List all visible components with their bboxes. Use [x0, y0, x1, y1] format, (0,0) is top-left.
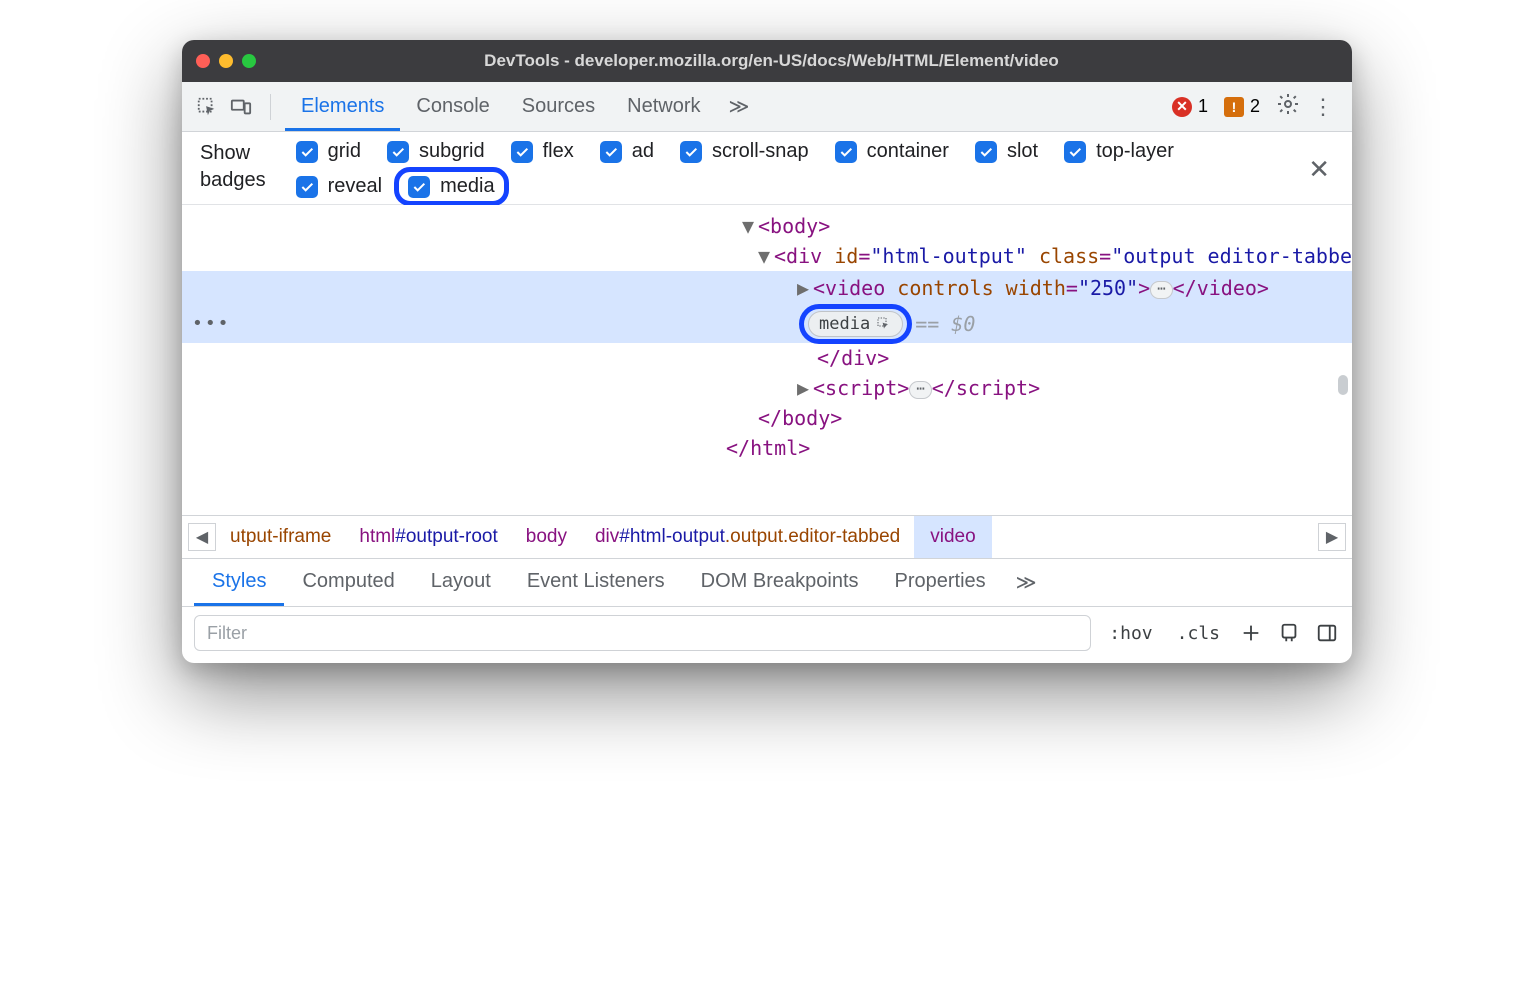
- crumb-body[interactable]: body: [512, 526, 581, 548]
- subtab-computed[interactable]: Computed: [284, 560, 412, 606]
- badge-top-layer[interactable]: top-layer: [1064, 140, 1174, 163]
- badge-subgrid[interactable]: subgrid: [387, 140, 485, 163]
- crumb-html[interactable]: html#output-root: [345, 526, 511, 548]
- checkbox-icon: [680, 141, 702, 163]
- cls-toggle[interactable]: .cls: [1171, 623, 1226, 644]
- breadcrumb: ◀ utput-iframe html#output-root body div…: [182, 515, 1352, 559]
- breadcrumb-scroll-left[interactable]: ◀: [188, 523, 216, 551]
- subtab-dom-breakpoints[interactable]: DOM Breakpoints: [683, 560, 877, 606]
- badge-slot[interactable]: slot: [975, 140, 1038, 163]
- tab-network[interactable]: Network: [611, 83, 716, 131]
- dom-node-div[interactable]: ▼<div id="html-output" class="output edi…: [738, 241, 1352, 271]
- more-options-button[interactable]: ⋮: [1304, 94, 1342, 120]
- settings-button[interactable]: [1276, 92, 1300, 121]
- badges-label-l1: Show: [200, 140, 266, 167]
- close-badges-button[interactable]: ✕: [1308, 154, 1334, 185]
- tab-elements[interactable]: Elements: [285, 83, 400, 131]
- titlebar: DevTools - developer.mozilla.org/en-US/d…: [182, 40, 1352, 82]
- badge-container[interactable]: container: [835, 140, 949, 163]
- close-window-button[interactable]: [196, 54, 210, 68]
- checkbox-icon: [296, 176, 318, 198]
- hov-toggle[interactable]: :hov: [1103, 623, 1158, 644]
- subtab-event-listeners[interactable]: Event Listeners: [509, 560, 683, 606]
- tab-console[interactable]: Console: [400, 83, 505, 131]
- badge-scroll-snap[interactable]: scroll-snap: [680, 140, 809, 163]
- dollar-zero: $0: [951, 312, 975, 336]
- checkbox-icon: [1064, 141, 1086, 163]
- error-icon: ✕: [1172, 97, 1192, 117]
- inspect-element-icon[interactable]: [192, 92, 222, 122]
- badge-grid[interactable]: grid: [296, 140, 361, 163]
- dom-node-script[interactable]: ▶<script>⋯</script>: [777, 373, 1352, 403]
- warning-count-value: 2: [1250, 96, 1260, 117]
- error-count-value: 1: [1198, 96, 1208, 117]
- dom-node-video-selected[interactable]: ▶<video controls width="250">⋯</video>: [182, 271, 1352, 305]
- subtab-properties[interactable]: Properties: [877, 560, 1004, 606]
- badges-label-l2: badges: [200, 167, 266, 194]
- crumb-iframe[interactable]: utput-iframe: [216, 526, 345, 548]
- highlight-ring: [394, 167, 508, 206]
- checkbox-icon: [975, 141, 997, 163]
- badges-label: Show badges: [200, 140, 266, 194]
- breadcrumb-scroll-right[interactable]: ▶: [1318, 523, 1346, 551]
- computed-styles-icon[interactable]: [1276, 620, 1302, 646]
- more-subtabs-button[interactable]: ≫: [1004, 570, 1049, 595]
- dom-node-body[interactable]: ▼<body>: [722, 211, 1352, 241]
- highlight-ring: [799, 304, 912, 344]
- collapsed-ellipsis-icon[interactable]: ⋯: [1150, 281, 1172, 299]
- checkbox-icon: [511, 141, 533, 163]
- dom-tree[interactable]: ••• ▼<body> ▼<div id="html-output" class…: [182, 205, 1352, 515]
- main-tabbar: Elements Console Sources Network ≫ ✕ 1 !…: [182, 82, 1352, 132]
- collapsed-ellipsis-icon[interactable]: ⋯: [909, 381, 931, 399]
- equals-indicator: ==: [915, 312, 939, 336]
- collapsed-indicator-icon[interactable]: •••: [192, 313, 231, 334]
- dom-node-html-close[interactable]: </html>: [706, 433, 1352, 463]
- dom-media-badge-line: media == $0: [182, 305, 1352, 343]
- checkbox-icon: [600, 141, 622, 163]
- more-tabs-button[interactable]: ≫: [717, 94, 762, 119]
- new-style-rule-button[interactable]: [1238, 620, 1264, 646]
- toggle-sidebar-icon[interactable]: [1314, 620, 1340, 646]
- warning-count[interactable]: ! 2: [1224, 96, 1260, 117]
- badge-flex[interactable]: flex: [511, 140, 574, 163]
- devtools-window: DevTools - developer.mozilla.org/en-US/d…: [182, 40, 1352, 663]
- device-toggle-icon[interactable]: [226, 92, 256, 122]
- styles-subtabs: Styles Computed Layout Event Listeners D…: [182, 559, 1352, 607]
- main-tabs: Elements Console Sources Network ≫: [285, 83, 761, 131]
- checkbox-icon: [296, 141, 318, 163]
- badge-ad[interactable]: ad: [600, 140, 654, 163]
- dom-node-div-close[interactable]: </div>: [797, 343, 1352, 373]
- maximize-window-button[interactable]: [242, 54, 256, 68]
- styles-filter-input[interactable]: [194, 615, 1091, 651]
- styles-toolbar: :hov .cls: [182, 607, 1352, 663]
- subtab-layout[interactable]: Layout: [413, 560, 509, 606]
- scrollbar-thumb[interactable]: [1338, 375, 1348, 395]
- media-badge[interactable]: media: [808, 311, 903, 337]
- minimize-window-button[interactable]: [219, 54, 233, 68]
- divider: [270, 94, 271, 120]
- subtab-styles[interactable]: Styles: [194, 560, 284, 606]
- badge-reveal[interactable]: reveal: [296, 175, 382, 198]
- warning-icon: !: [1224, 97, 1244, 117]
- error-count[interactable]: ✕ 1: [1172, 96, 1208, 117]
- tab-sources[interactable]: Sources: [506, 83, 611, 131]
- dom-node-body-close[interactable]: </body>: [738, 403, 1352, 433]
- crumb-video[interactable]: video: [914, 516, 991, 558]
- crumb-div[interactable]: div#html-output.output.editor-tabbed: [581, 526, 914, 548]
- checkbox-icon: [835, 141, 857, 163]
- checkbox-icon: [387, 141, 409, 163]
- window-title: DevTools - developer.mozilla.org/en-US/d…: [265, 51, 1338, 71]
- badge-settings-row: Show badges grid subgrid flex ad scroll-…: [182, 132, 1352, 205]
- badge-media[interactable]: media: [408, 175, 494, 198]
- badges-list: grid subgrid flex ad scroll-snap contain…: [296, 140, 1196, 198]
